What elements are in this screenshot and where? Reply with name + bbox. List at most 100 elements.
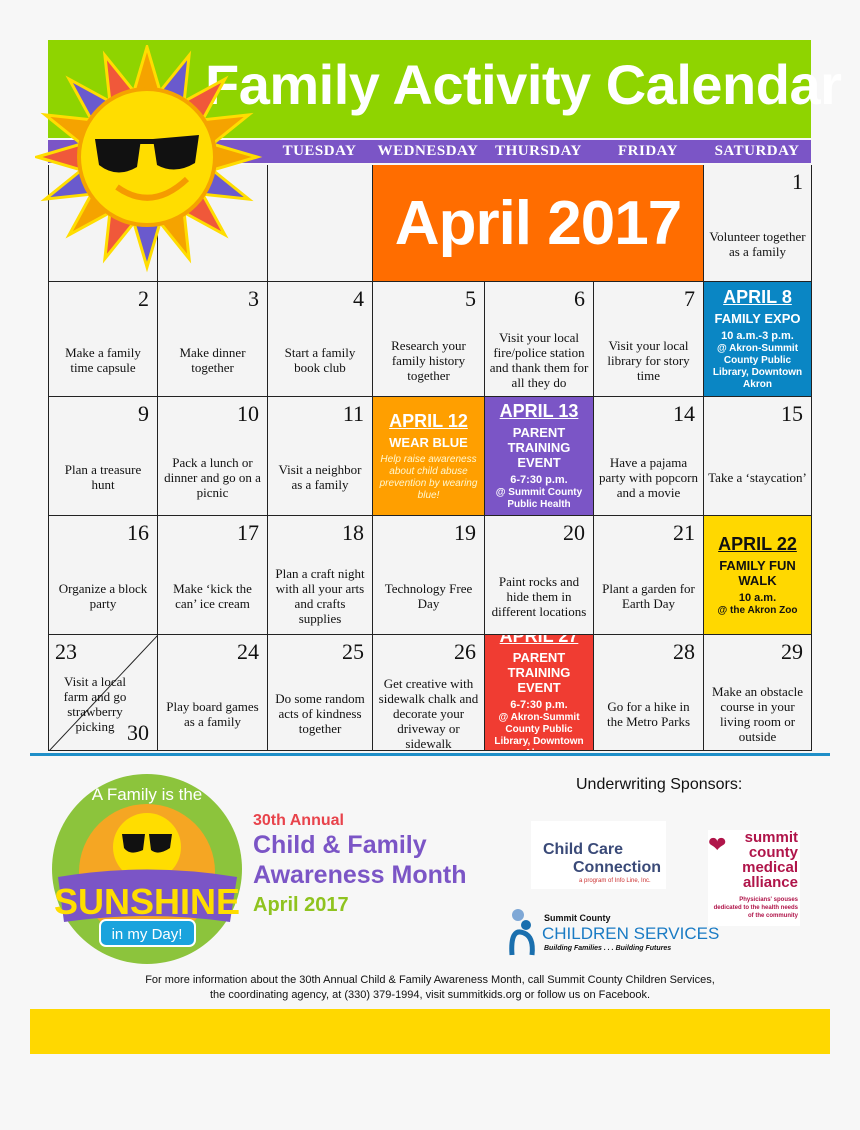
awareness-title-1: Child & Family — [253, 831, 427, 859]
activity-text: Take a ‘staycation’ — [708, 469, 807, 485]
event-cell: APRIL 13 PARENT TRAINING EVENT 6-7:30 p.m.… — [485, 397, 594, 516]
event-title: FAMILY EXPO — [714, 311, 801, 326]
day-cell: 16 Organize a block party — [49, 516, 158, 635]
day-number: 20 — [563, 520, 585, 545]
day-number: 14 — [673, 401, 695, 426]
sponsors-heading: Underwriting Sponsors: — [576, 776, 743, 793]
scma-line-1: summit — [744, 829, 798, 846]
event-time: 10 a.m. — [738, 591, 777, 604]
weekday-friday: FRIDAY — [618, 143, 678, 159]
day-number: 11 — [342, 401, 364, 426]
day-cell: 21 Plant a garden for Earth Day — [594, 516, 704, 635]
day-cell: 9 Plan a treasure hunt — [49, 397, 158, 516]
ccc-name-2: Connection — [573, 859, 661, 876]
day-number: 5 — [465, 286, 476, 311]
activity-text: Technology Free Day — [384, 581, 473, 611]
day-cell: 2 Make a family time capsule — [49, 282, 158, 397]
day-cell: 7 Visit your local library for story time — [594, 282, 704, 397]
event-location: @ Summit County Public Health — [495, 487, 583, 510]
weekday-saturday: SATURDAY — [714, 143, 800, 159]
day-cell: 29 Make an obstacle course in your living… — [704, 635, 812, 751]
event-time: 10 a.m.-3 p.m. — [721, 330, 794, 342]
event-date: APRIL 13 — [499, 401, 579, 421]
annual-label: 30th Annual — [253, 812, 344, 829]
scma-line-3: medical — [742, 859, 798, 876]
svg-text:SUNSHINE: SUNSHINE — [54, 881, 240, 922]
activity-text: Volunteer together as a family — [709, 229, 806, 259]
day-number: 2 — [138, 286, 149, 311]
day-cell: 14 Have a pajama party with popcorn and a… — [594, 397, 704, 516]
children-services-logo: Summit County CHILDREN SERVICES Building… — [508, 905, 719, 957]
day-number: 18 — [342, 520, 364, 545]
footer-line-2: the coordinating agency, at (330) 379-19… — [209, 989, 651, 1001]
activity-text: Go for a hike in the Metro Parks — [606, 698, 691, 729]
event-location: @ Akron-Summit County Public Library, Do… — [712, 343, 803, 390]
day-cell: 20 Paint rocks and hide them in different… — [485, 516, 594, 635]
footer-bar — [30, 1009, 830, 1054]
activity-text: Plan a treasure hunt — [64, 462, 142, 492]
event-date: APRIL 27 — [499, 635, 579, 646]
day-cell: 6 Visit your local fire/police station an… — [485, 282, 594, 397]
sccs-line-2: CHILDREN SERVICES — [542, 924, 720, 943]
activity-text: Plant a garden for Earth Day — [602, 581, 695, 611]
day-number: 7 — [684, 286, 695, 311]
awareness-title-2: Awareness Month — [253, 861, 467, 889]
activity-text: Get creative with sidewalk chalk and dec… — [378, 676, 479, 751]
day-cell: 4 Start a family book club — [268, 282, 373, 397]
day-cell — [268, 165, 373, 282]
day-cell: 18 Plan a craft night with all your arts … — [268, 516, 373, 635]
event-title: FAMILY FUN WALK — [719, 557, 796, 588]
day-number: 3 — [248, 286, 259, 311]
event-title: PARENT TRAINING EVENT — [507, 649, 571, 695]
activity-text: Paint rocks and hide them in different l… — [491, 573, 587, 619]
activity-text: Start a family book club — [284, 345, 356, 375]
day-cell: 1 Volunteer together as a family — [704, 165, 812, 282]
event-title: WEAR BLUE — [389, 434, 468, 450]
event-date: APRIL 8 — [723, 287, 792, 307]
awareness-month-text: 30th Annual Child & Family Awareness Mon… — [253, 812, 466, 917]
day-cell: 25 Do some random acts of kindness togeth… — [268, 635, 373, 751]
day-number: 6 — [574, 286, 585, 311]
activity-text: Make ‘kick the can’ ice cream — [173, 581, 252, 611]
child-care-connection-logo: Child Care Connection a program of Info … — [531, 821, 666, 889]
event-time: 6-7:30 p.m. — [510, 698, 568, 711]
day-number: 25 — [342, 639, 364, 664]
svg-text:in my Day!: in my Day! — [112, 926, 183, 943]
day-number: 17 — [237, 520, 259, 545]
weekday-thursday: THURSDAY — [495, 143, 582, 159]
scma-tagline: Physicians' spouses dedicated to the hea… — [713, 897, 798, 919]
month-title: April 2017 — [394, 188, 682, 258]
day-cell: 28 Go for a hike in the Metro Parks — [594, 635, 704, 751]
activity-text: Make a family time capsule — [65, 345, 141, 375]
event-time: 6-7:30 p.m. — [510, 474, 568, 486]
day-number: 9 — [138, 401, 149, 426]
month-banner: April 2017 — [373, 165, 704, 282]
event-description: Help raise awareness about child abuse p… — [379, 453, 478, 501]
event-cell: APRIL 12 WEAR BLUE Help raise awareness ab… — [373, 397, 485, 516]
day-cell: 24 Play board games as a family — [158, 635, 268, 751]
day-cell: 10 Pack a lunch or dinner and go on a pic… — [158, 397, 268, 516]
sccs-line-1: Summit County — [544, 913, 611, 923]
day-number: 1 — [792, 169, 803, 194]
activity-text: Make an obstacle course in your living r… — [712, 683, 803, 744]
event-location: @ Akron-Summit County Public Library, Do… — [494, 711, 584, 751]
activity-text: Visit your local fire/police station and… — [489, 330, 589, 390]
day-number: 23 — [55, 639, 77, 664]
scma-line-4: alliance — [742, 874, 798, 891]
ccc-name-1: Child Care — [543, 841, 624, 858]
event-date: APRIL 22 — [718, 533, 797, 554]
day-cell: 26 Get creative with sidewalk chalk and d… — [373, 635, 485, 751]
day-cell: 19 Technology Free Day — [373, 516, 485, 635]
event-cell: APRIL 22 FAMILY FUN WALK 10 a.m. @ the Akro… — [704, 516, 812, 635]
event-cell: APRIL 8 FAMILY EXPO 10 a.m.-3 p.m. @ Akron-… — [704, 282, 812, 397]
scma-line-2: county — [748, 844, 798, 861]
day-number: 10 — [237, 401, 259, 426]
activity-text: Make dinner together — [179, 345, 246, 375]
activity-text: Plan a craft night with all your arts an… — [275, 566, 365, 626]
event-location: @ the Akron Zoo — [717, 604, 798, 616]
activity-text: Have a pajama party with popcorn and a m… — [599, 454, 698, 500]
heart-caduceus-icon: ❤ — [708, 832, 727, 857]
day-number: 21 — [673, 520, 695, 545]
weekday-tuesday: TUESDAY — [282, 143, 357, 159]
footer-line-1: For more information about the 30th Annu… — [145, 974, 715, 986]
